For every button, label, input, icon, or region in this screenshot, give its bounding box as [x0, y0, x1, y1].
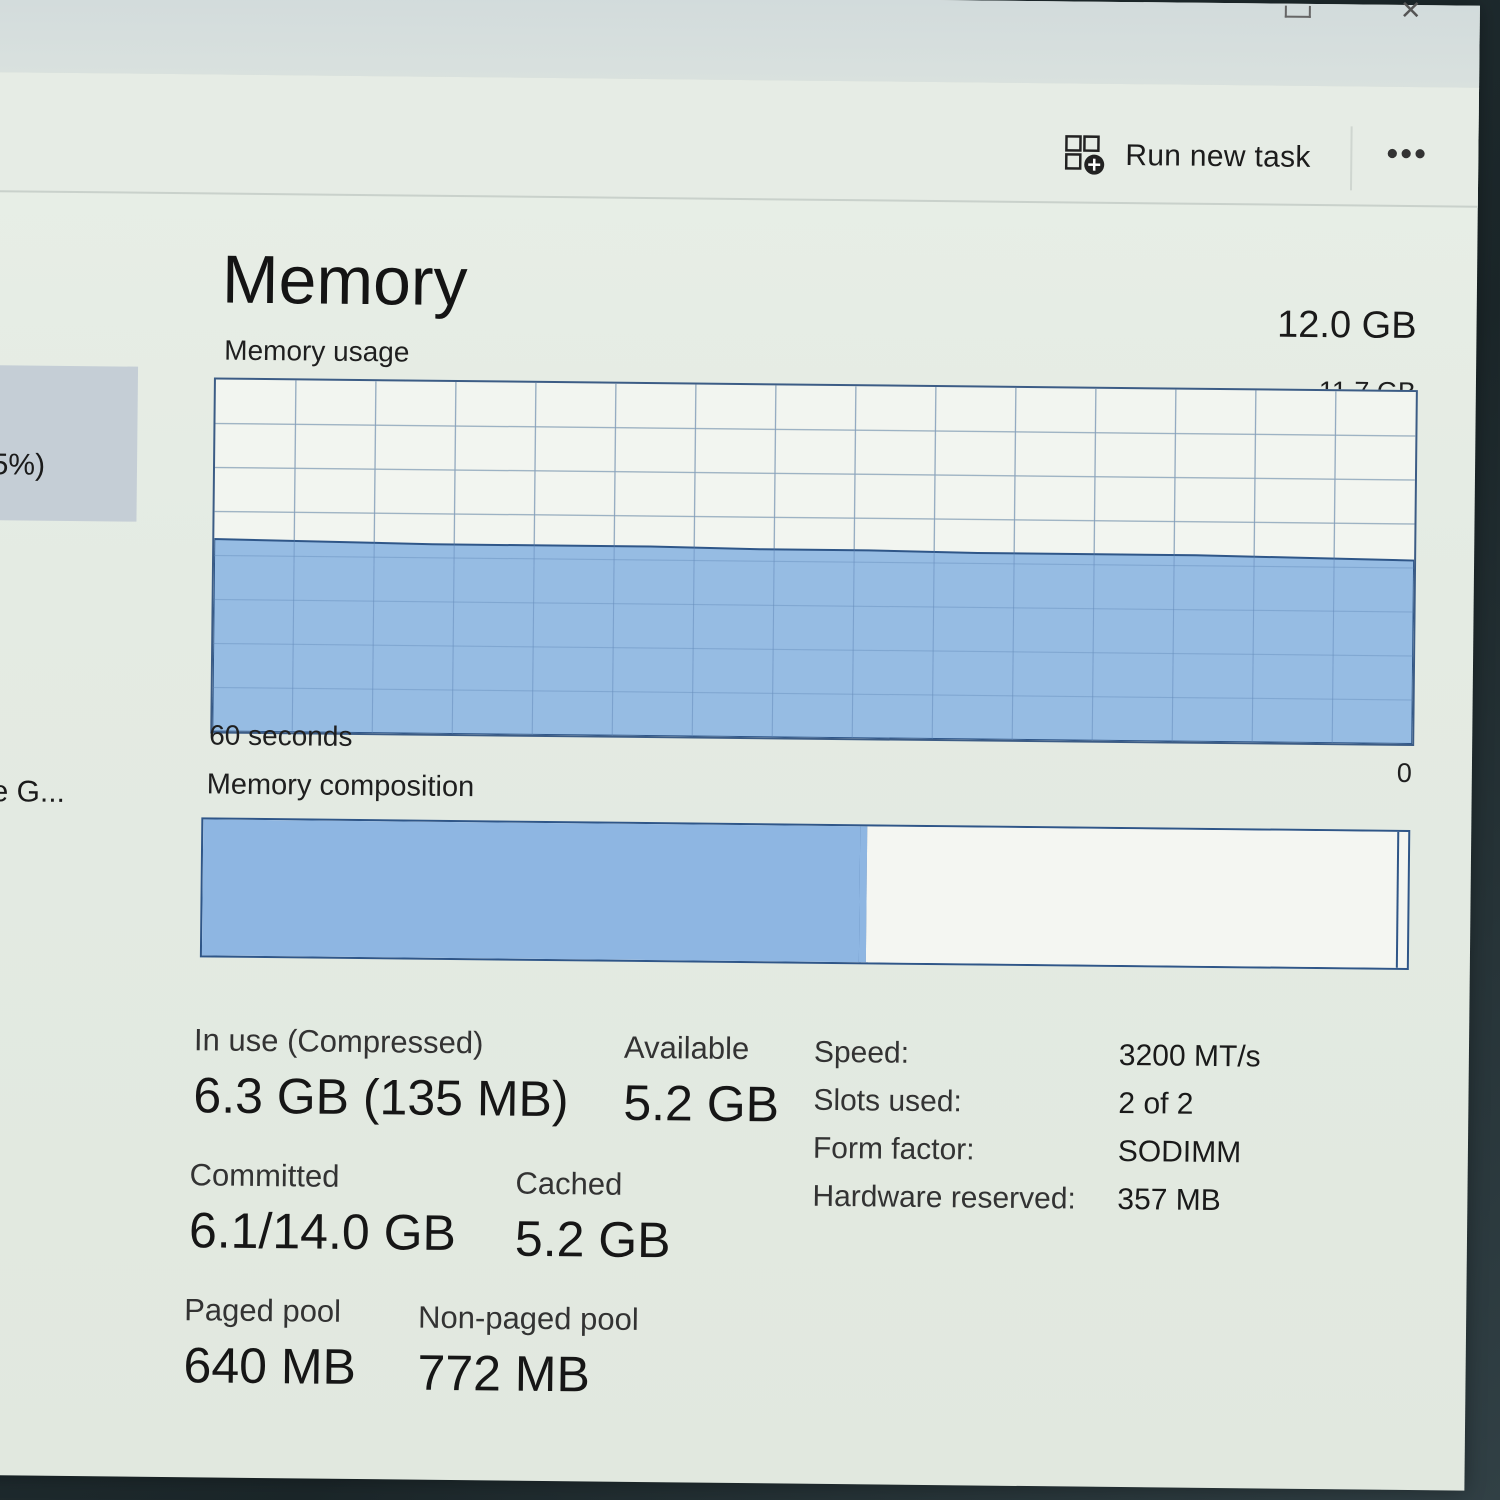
stat-non-paged-pool-value: 772 MB — [417, 1344, 591, 1403]
page-title: Memory — [221, 241, 468, 321]
stat-paged-pool-value: 640 MB — [183, 1337, 357, 1396]
sidebar-gpu-label[interactable]: Xe G... — [0, 775, 65, 810]
memory-usage-area — [212, 537, 1416, 745]
stat-in-use-label: In use (Compressed) — [193, 1022, 484, 1061]
stat-available-label: Available — [623, 1029, 750, 1067]
close-icon: ✕ — [1399, 0, 1422, 26]
close-button[interactable]: ✕ — [1400, 0, 1440, 25]
stat-available-value: 5.2 GB — [623, 1074, 780, 1133]
task-manager-window: ✕ Run new task ••• 55%) Xe G... Memory 1… — [0, 0, 1480, 1491]
more-options-button[interactable]: ••• — [1386, 135, 1446, 173]
memory-composition-label: Memory composition — [206, 768, 475, 804]
command-bar: Run new task ••• — [0, 71, 1480, 208]
stat-cached-label: Cached — [515, 1165, 623, 1202]
stat-paged-pool: Paged pool 640 MB — [183, 1292, 356, 1396]
hardware-reserved-value: 357 MB — [1117, 1182, 1221, 1218]
sidebar-memory-tile[interactable] — [0, 364, 139, 522]
stat-committed: Committed 6.1/14.0 GB — [189, 1157, 457, 1262]
stat-paged-pool-label: Paged pool — [184, 1292, 342, 1329]
run-new-task-icon — [1064, 135, 1105, 175]
maximize-icon — [1284, 5, 1311, 18]
hardware-details: Speed: 3200 MT/s Slots used: 2 of 2 Form… — [812, 1029, 1284, 1226]
hardware-slots-label: Slots used: — [813, 1083, 963, 1119]
grid-overlay-horizontal — [214, 510, 1415, 525]
hardware-reserved-label: Hardware reserved: — [812, 1179, 1077, 1216]
graph-zero-label: 0 — [1396, 757, 1413, 789]
memory-usage-chart — [212, 380, 1416, 745]
hardware-row-reserved: Hardware reserved: 357 MB — [812, 1173, 1282, 1226]
stat-committed-label: Committed — [189, 1157, 340, 1194]
hardware-speed-label: Speed: — [813, 1035, 910, 1070]
hardware-form-factor-value: SODIMM — [1117, 1134, 1242, 1170]
stat-in-use: In use (Compressed) 6.3 GB (135 MB) — [193, 1022, 569, 1128]
photo-frame: ✕ Run new task ••• 55%) Xe G... Memory 1… — [0, 0, 1500, 1500]
hardware-slots-value: 2 of 2 — [1118, 1086, 1194, 1121]
graph-time-label: 60 seconds — [209, 719, 353, 752]
sidebar-memory-percent: 55%) — [0, 447, 46, 482]
run-new-task-label: Run new task — [1125, 139, 1311, 174]
hardware-form-factor-label: Form factor: — [812, 1131, 975, 1167]
grid-overlay-horizontal — [215, 466, 1415, 481]
stat-non-paged-pool-label: Non-paged pool — [417, 1299, 639, 1337]
maximize-button[interactable] — [1284, 4, 1325, 22]
run-new-task-button[interactable]: Run new task — [1063, 133, 1311, 180]
composition-standby-segment — [865, 826, 1400, 968]
stat-available: Available 5.2 GB — [623, 1030, 780, 1134]
stat-committed-value: 6.1/14.0 GB — [188, 1202, 457, 1262]
composition-in-use-segment — [201, 819, 863, 963]
hardware-row-form-factor: Form factor: SODIMM — [813, 1125, 1283, 1178]
hardware-row-slots: Slots used: 2 of 2 — [813, 1077, 1283, 1130]
command-divider — [1349, 126, 1353, 191]
memory-usage-graph — [210, 377, 1418, 747]
hardware-speed-value: 3200 MT/s — [1118, 1038, 1261, 1074]
hardware-row-speed: Speed: 3200 MT/s — [814, 1029, 1284, 1082]
stat-cached: Cached 5.2 GB — [515, 1166, 672, 1270]
stat-non-paged-pool: Non-paged pool 772 MB — [417, 1300, 639, 1404]
memory-usage-label: Memory usage — [224, 334, 410, 368]
memory-composition-bar — [199, 817, 1411, 971]
memory-total: 12.0 GB — [1276, 303, 1417, 348]
grid-overlay-horizontal — [215, 422, 1416, 437]
stat-cached-value: 5.2 GB — [514, 1210, 671, 1269]
stat-in-use-value: 6.3 GB (135 MB) — [193, 1067, 569, 1128]
